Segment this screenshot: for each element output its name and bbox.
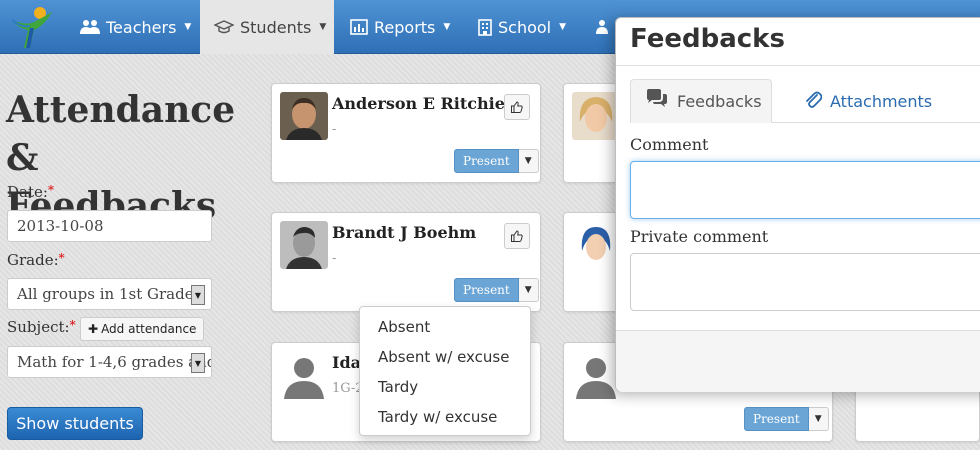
nav-teachers[interactable]: Teachers ▼ (66, 0, 205, 54)
caret-down-icon: ▼ (443, 22, 451, 32)
page-title: Attendance & Feedbacks (6, 89, 236, 227)
select-arrow-icon[interactable]: ▼ (191, 285, 205, 305)
chat-bubbles-icon (645, 89, 669, 113)
subject-label: Subject:* (7, 318, 76, 336)
present-button[interactable]: Present (744, 407, 809, 431)
tab-feedbacks[interactable]: Feedbacks (630, 79, 772, 123)
thumbs-up-icon (511, 227, 523, 246)
caret-down-icon[interactable]: ▼ (518, 149, 539, 173)
attendance-status-group: Present ▼ (744, 407, 829, 431)
show-students-button[interactable]: Show students (7, 407, 143, 440)
nav-students-label: Students (240, 17, 312, 37)
tab-attachments-label: Attachments (830, 91, 933, 111)
person-placeholder-icon (572, 351, 620, 399)
logo-icon[interactable] (8, 4, 56, 50)
date-input[interactable]: 2013-10-08 (7, 210, 212, 242)
divider (616, 65, 980, 66)
nav-school[interactable]: School ▼ (464, 0, 580, 54)
caret-down-icon: ▼ (184, 22, 192, 32)
student-photo (572, 221, 620, 269)
student-card (563, 83, 623, 183)
person-placeholder-icon (280, 351, 328, 399)
subject-select[interactable]: Math for 1-4,6 grades and ▼ (7, 346, 212, 378)
nav-teachers-label: Teachers (106, 17, 177, 37)
grade-label: Grade:* (7, 251, 65, 269)
paperclip-icon (804, 89, 823, 113)
student-photo (280, 221, 328, 269)
student-photo (572, 92, 620, 140)
like-button[interactable] (504, 223, 530, 249)
attendance-status-group: Present ▼ (454, 149, 539, 173)
student-name: Ida (332, 353, 362, 372)
menu-item-tardy-excuse[interactable]: Tardy w/ excuse (360, 402, 530, 432)
attendance-status-group: Present ▼ (454, 278, 539, 302)
add-attendance-label: Add attendance (101, 322, 197, 336)
student-group: - (332, 122, 337, 137)
grade-select[interactable]: All groups in 1st Grade ▼ (7, 278, 212, 310)
student-name: Anderson E Ritchie (332, 94, 505, 113)
student-card: Brandt J Boehm - Present ▼ (271, 212, 541, 312)
required-marker: * (69, 318, 76, 332)
required-marker: * (47, 183, 54, 197)
like-button[interactable] (504, 94, 530, 120)
attendance-status-menu: Absent Absent w/ excuse Tardy Tardy w/ e… (359, 306, 531, 436)
menu-item-absent-excuse[interactable]: Absent w/ excuse (360, 342, 530, 372)
tab-attachments[interactable]: Attachments (790, 79, 946, 123)
modal-footer (616, 330, 980, 392)
caret-down-icon[interactable]: ▼ (808, 407, 829, 431)
private-comment-label: Private comment (630, 227, 769, 246)
users-icon (80, 19, 100, 35)
caret-down-icon: ▼ (319, 22, 327, 32)
student-name: Brandt J Boehm (332, 223, 477, 242)
graduation-cap-icon (214, 19, 234, 35)
menu-item-absent[interactable]: Absent (360, 312, 530, 342)
nav-reports[interactable]: Reports ▼ (336, 0, 464, 54)
student-group: - (332, 251, 337, 266)
comment-label: Comment (630, 135, 709, 154)
grade-select-value: All groups in 1st Grade (17, 285, 194, 303)
student-card (563, 212, 623, 312)
caret-down-icon: ▼ (559, 22, 567, 32)
caret-down-icon[interactable]: ▼ (518, 278, 539, 302)
nav-reports-label: Reports (374, 17, 436, 37)
menu-item-tardy[interactable]: Tardy (360, 372, 530, 402)
modal-tabs: Feedbacks Attachments (630, 79, 980, 123)
modal-title: Feedbacks (630, 24, 785, 54)
select-arrow-icon[interactable]: ▼ (191, 353, 205, 373)
comment-textarea[interactable] (630, 161, 980, 219)
nav-students[interactable]: Students ▼ (200, 0, 334, 54)
add-attendance-button[interactable]: ✚ Add attendance (80, 317, 205, 341)
required-marker: * (58, 251, 65, 265)
private-comment-textarea[interactable] (630, 253, 980, 311)
building-icon (478, 18, 492, 36)
present-button[interactable]: Present (454, 149, 519, 173)
present-button[interactable]: Present (454, 278, 519, 302)
feedbacks-modal: Feedbacks Feedbacks Attachments Comment … (615, 17, 980, 392)
users-icon (596, 19, 616, 35)
plus-icon: ✚ (88, 322, 99, 336)
date-label: Date:* (7, 183, 54, 201)
student-card: Anderson E Ritchie - Present ▼ (271, 83, 541, 183)
thumbs-up-icon (511, 98, 523, 117)
bar-chart-icon (350, 19, 368, 35)
nav-school-label: School (498, 17, 552, 37)
student-photo (280, 92, 328, 140)
subject-select-value: Math for 1-4,6 grades and (17, 353, 212, 371)
tab-feedbacks-label: Feedbacks (677, 91, 762, 111)
